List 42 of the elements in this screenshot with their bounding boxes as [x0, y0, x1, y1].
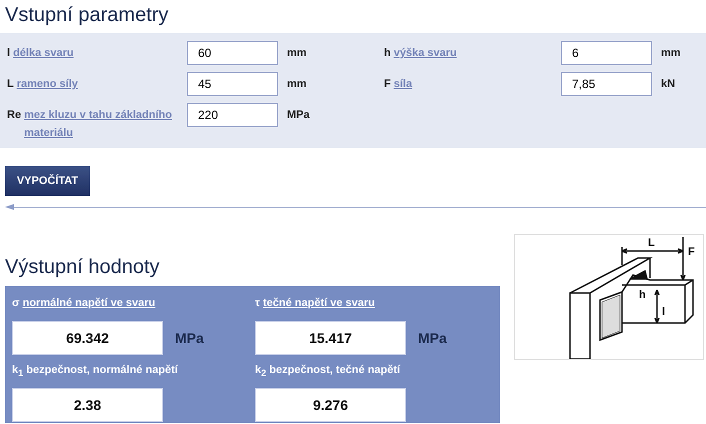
dimension-label: L [648, 237, 655, 249]
field-link[interactable]: délka svaru [13, 44, 74, 62]
calculate-button[interactable]: VYPOČÍTAT [5, 166, 90, 196]
field-symbol: F [384, 77, 391, 92]
field-link[interactable]: mez kluzu v tahu základního materiálu [24, 106, 187, 142]
result-value: 9.276 [255, 388, 406, 422]
section-title: Výstupní hodnoty [4, 256, 161, 280]
result-link[interactable]: tečné napětí ve svaru [262, 297, 375, 309]
result-symbol: k$_{2}$ [255, 364, 266, 376]
dimension-label: F [688, 246, 695, 258]
result-value: 2.38 [12, 388, 163, 422]
result-symbol: τ [255, 297, 260, 309]
unit-label: mm [286, 46, 308, 59]
input-field[interactable]: 220 [187, 103, 278, 127]
unit-label: MPa [418, 330, 447, 346]
unit-label: mm [286, 77, 308, 90]
section-title: Vstupní parametry [4, 3, 170, 28]
field-symbol: Re [7, 108, 22, 123]
result-label: bezpečnost, tečné napětí [269, 364, 400, 376]
unit-label: mm [660, 46, 682, 59]
input-field[interactable]: 6 [561, 41, 652, 65]
field-symbol: h [384, 46, 391, 61]
unit-label: MPa [175, 330, 204, 346]
result-value: 69.342 [12, 321, 163, 355]
input-field[interactable]: 7,85 [561, 72, 652, 96]
input-field[interactable]: 60 [187, 41, 278, 65]
result-value: 15.417 [255, 321, 406, 355]
field-link[interactable]: síla [394, 75, 412, 93]
result-symbol: σ [12, 297, 20, 309]
unit-label: MPa [286, 108, 311, 121]
result-label: bezpečnost, normálné napětí [26, 364, 178, 376]
field-link[interactable]: výška svaru [394, 44, 457, 62]
field-symbol: l [7, 46, 10, 61]
field-link[interactable]: rameno síly [16, 75, 78, 93]
input-field[interactable]: 45 [187, 72, 278, 96]
dimension-label: l [662, 306, 666, 318]
dimension-label: h [639, 289, 646, 301]
field-symbol: L [7, 77, 14, 92]
result-link[interactable]: normálné napětí ve svaru [22, 297, 156, 309]
unit-label: kN [660, 77, 676, 90]
arrow-left-icon [5, 204, 14, 210]
result-symbol: k$_{1}$ [12, 364, 24, 376]
